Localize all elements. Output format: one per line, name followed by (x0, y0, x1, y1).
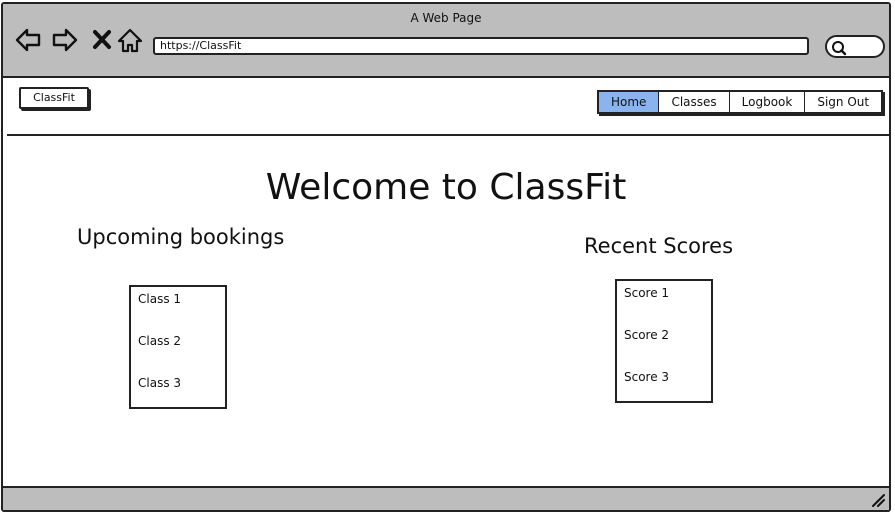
url-field[interactable]: https://ClassFit (153, 37, 809, 55)
resize-grip-icon[interactable] (871, 493, 885, 507)
list-item[interactable]: Score 1 (624, 286, 669, 300)
home-icon[interactable] (116, 26, 144, 54)
browser-search-field[interactable] (825, 35, 885, 58)
upcoming-bookings-heading: Upcoming bookings (77, 225, 285, 249)
scores-list: Score 1 Score 2 Score 3 (615, 279, 713, 403)
search-icon (832, 41, 847, 56)
close-icon[interactable] (88, 26, 116, 54)
list-item[interactable]: Score 3 (624, 370, 669, 384)
nav-item-logbook[interactable]: Logbook (730, 92, 806, 112)
recent-scores-heading: Recent Scores (584, 234, 734, 258)
browser-chrome: A Web Page https://ClassFit (3, 4, 889, 78)
list-item[interactable]: Class 1 (138, 292, 181, 306)
list-item[interactable]: Class 2 (138, 334, 181, 348)
nav-item-classes[interactable]: Classes (659, 92, 730, 112)
nav-item-home[interactable]: Home (599, 92, 660, 112)
page-title: Welcome to ClassFit (265, 167, 627, 208)
window-title: A Web Page (410, 11, 482, 25)
forward-icon[interactable] (51, 26, 79, 54)
browser-window: A Web Page https://ClassFit ClassFit Hom… (1, 2, 891, 512)
list-item[interactable]: Class 3 (138, 376, 181, 390)
back-icon[interactable] (14, 26, 42, 54)
list-item[interactable]: Score 2 (624, 328, 669, 342)
header-divider (7, 134, 889, 136)
main-nav: Home Classes Logbook Sign Out (597, 90, 884, 114)
site-logo[interactable]: ClassFit (19, 87, 89, 109)
nav-item-sign-out[interactable]: Sign Out (805, 92, 881, 112)
status-bar (3, 486, 889, 510)
bookings-list: Class 1 Class 2 Class 3 (129, 285, 227, 409)
